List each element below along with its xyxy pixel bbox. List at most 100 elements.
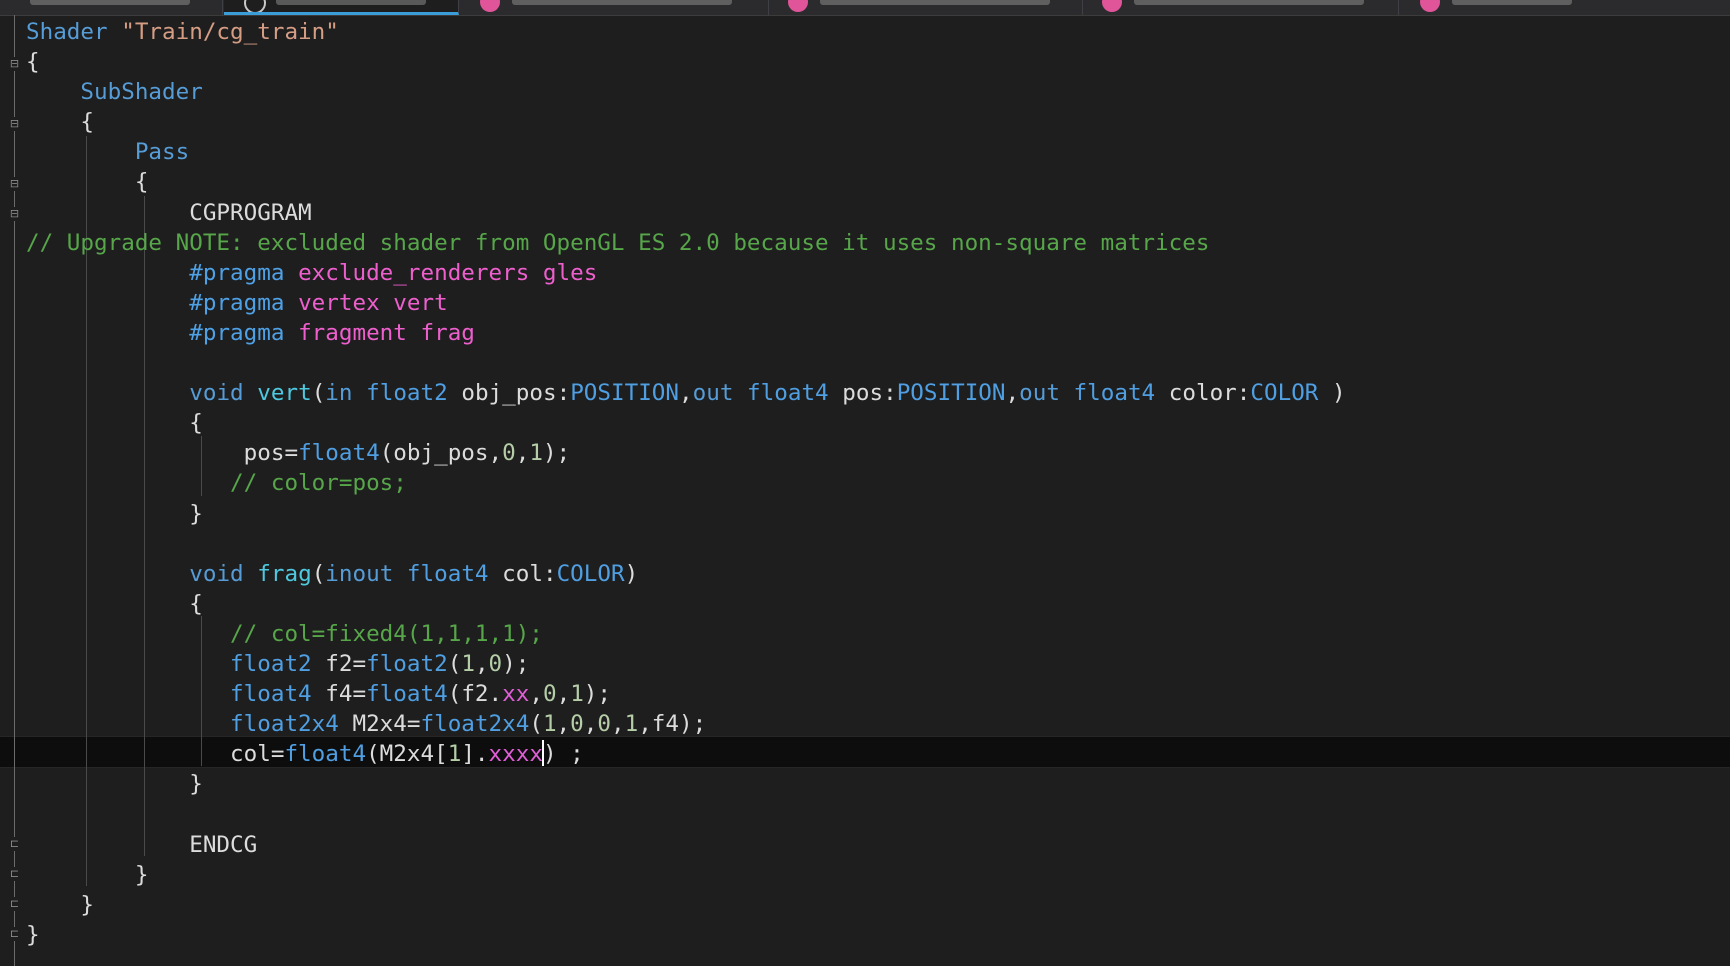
tab-file-6[interactable] [1400, 0, 1730, 15]
tab-previous[interactable] [0, 0, 223, 15]
code-token: in [325, 380, 353, 407]
code-token: float4 [284, 741, 367, 768]
code-line[interactable]: { [26, 589, 1730, 619]
tab-cg-train[interactable] [224, 0, 459, 15]
code-token: , [679, 380, 693, 407]
code-token: vertex vert [298, 289, 448, 316]
code-token: color: [1155, 380, 1251, 407]
code-token: frag [257, 560, 312, 587]
code-token: pos: [828, 380, 897, 407]
code-token: (obj_pos, [379, 440, 503, 467]
code-token: float4 [406, 560, 489, 587]
collapse-icon[interactable]: ⊟ [8, 117, 21, 131]
tab-file-4[interactable] [770, 0, 1083, 15]
code-token: , [474, 650, 489, 677]
code-line[interactable]: #pragma exclude_renderers gles [26, 258, 1730, 288]
code-line[interactable]: Pass [26, 137, 1730, 167]
code-line[interactable] [26, 799, 1730, 829]
code-token: COLOR [1250, 380, 1319, 407]
code-token: } [26, 500, 203, 527]
code-token: // color=pos; [230, 470, 407, 497]
magenta-file-icon [1420, 0, 1440, 12]
code-token: { [26, 49, 40, 76]
code-token: float2x4 [420, 711, 530, 738]
code-token: , [583, 711, 598, 738]
tab-file-5[interactable] [1084, 0, 1399, 15]
code-line[interactable]: // col=fixed4(1,1,1,1); [26, 619, 1730, 649]
collapse-icon[interactable]: ⊟ [8, 57, 21, 71]
code-token: , [610, 711, 625, 738]
code-token: inout [325, 560, 394, 587]
code-token: 1 [624, 711, 639, 738]
code-text-area[interactable]: Shader "Train/cg_train"{ SubShader { Pas… [26, 17, 1730, 950]
code-token: , [556, 681, 571, 708]
code-token: ( [311, 380, 326, 407]
code-line[interactable]: Shader "Train/cg_train" [26, 17, 1730, 47]
code-line[interactable] [26, 348, 1730, 378]
code-line[interactable]: } [26, 890, 1730, 920]
code-token: float4 [1073, 380, 1156, 407]
code-line[interactable]: // color=pos; [26, 468, 1730, 498]
fold-end-icon: ⊏ [8, 927, 21, 941]
collapse-icon[interactable]: ⊟ [8, 207, 21, 221]
code-token: float2 [366, 380, 448, 407]
code-line-current[interactable]: col=float4(M2x4[1].xxxx) ; [26, 739, 1730, 769]
code-line[interactable]: ENDCG [26, 830, 1730, 860]
code-line[interactable]: pos=float4(obj_pos,0,1); [26, 438, 1730, 468]
code-token: } [26, 771, 203, 798]
code-line[interactable] [26, 529, 1730, 559]
tab-label [276, 0, 426, 5]
code-token: { [26, 590, 203, 617]
code-line[interactable]: { [26, 408, 1730, 438]
code-token: exclude_renderers gles [298, 259, 598, 286]
code-token: ENDCG [26, 831, 258, 858]
collapse-icon[interactable]: ⊟ [8, 177, 21, 191]
code-line[interactable]: { [26, 107, 1730, 137]
code-token: 1 [542, 711, 557, 738]
code-token: (f2. [447, 681, 503, 708]
code-token: void [189, 380, 244, 407]
code-line[interactable]: float2 f2=float2(1,0); [26, 649, 1730, 679]
code-line[interactable]: // Upgrade NOTE: excluded shader from Op… [26, 228, 1730, 258]
code-token: 0 [502, 440, 516, 467]
code-line[interactable]: CGPROGRAM [26, 198, 1730, 228]
fold-end-icon: ⊏ [8, 867, 21, 881]
code-line[interactable]: } [26, 499, 1730, 529]
code-line[interactable]: void vert(in float2 obj_pos:POSITION,out… [26, 378, 1730, 408]
tab-file-3[interactable] [460, 0, 769, 15]
code-line[interactable]: } [26, 920, 1730, 950]
code-line[interactable]: void frag(inout float4 col:COLOR) [26, 559, 1730, 589]
fold-guide-line [14, 15, 15, 966]
code-line[interactable]: } [26, 860, 1730, 890]
tab-label-blurred [30, 0, 190, 5]
outline-gutter: ⊟ ⊟ ⊟ ⊟ ⊏ ⊏ ⊏ ⊏ [0, 15, 26, 966]
code-line[interactable]: float4 f4=float4(f2.xx,0,1); [26, 679, 1730, 709]
code-line[interactable]: #pragma fragment frag [26, 318, 1730, 348]
code-token: , [529, 681, 543, 708]
code-token: { [26, 169, 149, 196]
code-line[interactable]: } [26, 769, 1730, 799]
code-token: ) [624, 560, 639, 587]
code-line[interactable]: { [26, 167, 1730, 197]
code-token: ) ; [542, 741, 584, 768]
code-editor[interactable]: ⊟ ⊟ ⊟ ⊟ ⊏ ⊏ ⊏ ⊏ Shader "Train/cg_train"{… [0, 0, 1730, 966]
code-line[interactable]: float2x4 M2x4=float2x4(1,0,0,1,f4); [26, 709, 1730, 739]
code-line[interactable]: #pragma vertex vert [26, 288, 1730, 318]
fold-end-icon: ⊏ [8, 897, 21, 911]
fold-end-icon: ⊏ [8, 837, 21, 851]
code-line[interactable]: { [26, 47, 1730, 77]
code-token: "Train/cg_train" [121, 19, 339, 45]
code-token: Pass [134, 139, 190, 166]
code-line[interactable]: SubShader [26, 77, 1730, 107]
